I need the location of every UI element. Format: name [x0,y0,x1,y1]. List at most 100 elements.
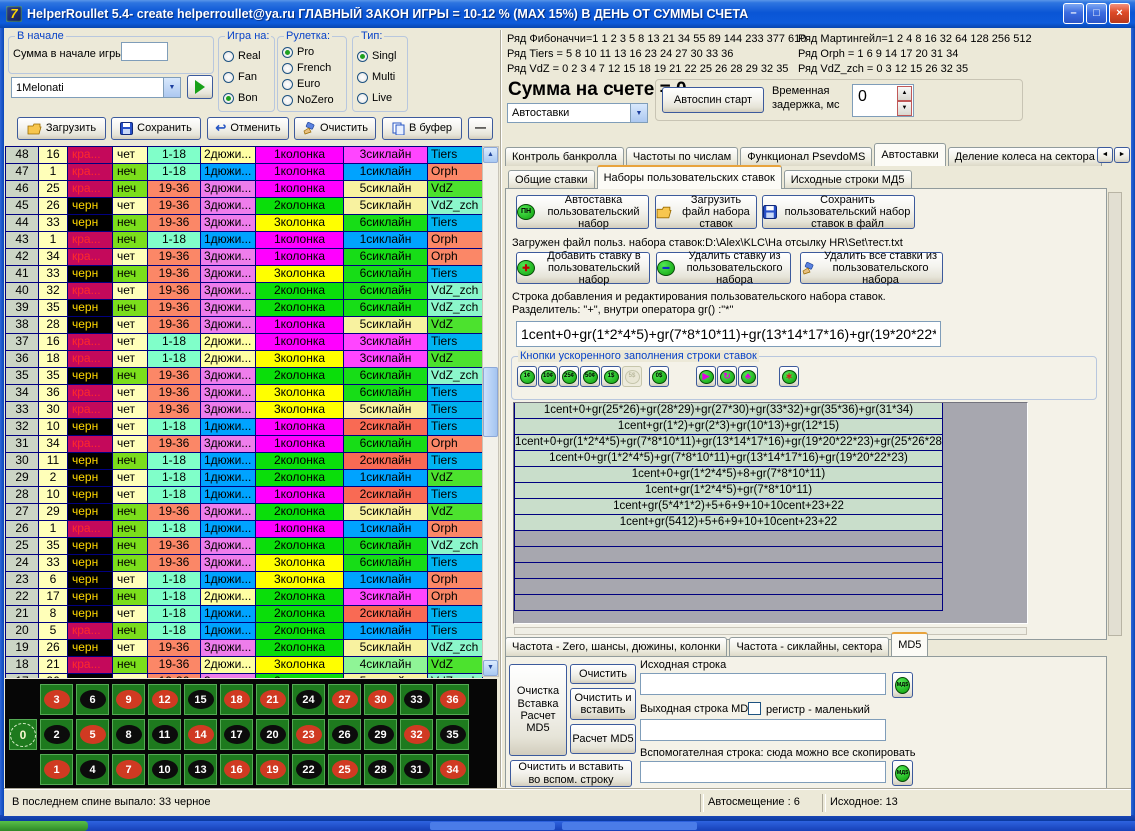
tab-custom-bet-sets[interactable]: Наборы пользовательских ставок [597,165,782,189]
md5-clear-and-paste-button[interactable]: Очистить и вставить [570,688,636,720]
md5-aux-input[interactable] [640,761,886,783]
tab-bankroll-control[interactable]: Контроль банкролла [505,147,624,166]
mode-combobox[interactable]: Автоставки ▼ [507,103,648,123]
roulette-number-cell[interactable]: 4 [76,754,109,785]
roulette-number-cell[interactable]: 28 [364,754,397,785]
delay-spinner[interactable]: 0 ▲ ▼ [852,84,914,117]
roulette-number-cell[interactable]: 20 [256,719,289,750]
roulette-number-cell[interactable]: 10 [148,754,181,785]
save-set-file-button[interactable]: Сохранить пользовательский набор ставок … [762,195,915,229]
bet-list-item[interactable]: 1cent+0+gr(1*2*4*5)+gr(7*8*10*11)+gr(13*… [514,450,943,467]
table-row[interactable]: 2433черннеч19-363дюжи...3колонка6сиклайн… [6,555,483,572]
chevron-down-icon[interactable]: ▼ [630,104,647,122]
roulette-number-cell[interactable]: 17 [220,719,253,750]
md5-out-input[interactable] [640,719,886,741]
load-button[interactable]: Загрузить [17,117,106,140]
roulette-number-cell[interactable]: 11 [148,719,181,750]
table-row[interactable]: 4433черннеч19-363дюжи...3колонка6сиклайн… [6,215,483,232]
roulette-number-cell[interactable]: 3 [40,684,73,715]
table-row[interactable]: 4234кра...чет19-363дюжи...1колонка6сикла… [6,249,483,266]
bet-list-item[interactable]: 1cent+0+gr(1*2*4*5)+8+gr(7*8*10*11) [514,466,943,483]
table-row[interactable]: 471кра...неч1-181дюжи...1колонка1сиклайн… [6,164,483,181]
table-row[interactable]: 292чернчет1-181дюжи...2колонка1сиклайнVd… [6,470,483,487]
scroll-down-icon[interactable]: ▼ [483,660,498,676]
table-row[interactable]: 1726чернчет19-363дюжи...2колонка5сиклайн… [6,674,483,678]
md5-aux-icon-button[interactable]: МД5 [892,760,913,786]
roulette-number-cell[interactable]: 1 [40,754,73,785]
radio-singl[interactable]: Singl [357,50,396,62]
bet-list-item[interactable]: 1cent+0+gr(1*2*4*5)+gr(7*8*10*11)+gr(13*… [514,434,943,451]
table-row[interactable]: 1926чернчет19-363дюжи...2колонка5сиклайн… [6,640,483,657]
run-preset-button[interactable] [187,75,213,99]
copy-to-buffer-button[interactable]: В буфер [382,117,462,140]
table-row[interactable]: 3134кра...чет19-363дюжи...1колонка6сикла… [6,436,483,453]
tab-md5-source-strings[interactable]: Исходные строки МД5 [784,170,912,189]
start-button[interactable] [0,821,88,831]
roulette-number-cell[interactable]: 6 [76,684,109,715]
remove-all-bets-button[interactable]: Удалить все ставки из пользовательского … [800,252,943,284]
roulette-number-cell[interactable]: 15 [184,684,217,715]
table-row[interactable]: 3935черннеч19-363дюжи...2колонка6сиклайн… [6,300,483,317]
roulette-number-cell[interactable]: 13 [184,754,217,785]
roulette-number-cell[interactable]: 24 [292,684,325,715]
close-button[interactable]: × [1109,3,1130,24]
table-row[interactable]: 2729черннеч19-363дюжи...2колонка5сиклайн… [6,504,483,521]
quick-bet-button-x[interactable]: ▶ [696,366,716,387]
table-row[interactable]: 3330кра...чет19-363дюжи...3колонка5сикла… [6,402,483,419]
md5-source-input[interactable] [640,673,886,695]
table-row[interactable]: 4133черннеч19-363дюжи...3колонка6сиклайн… [6,266,483,283]
roulette-number-cell[interactable]: 33 [400,684,433,715]
roulette-number-cell[interactable]: 21 [256,684,289,715]
start-sum-input[interactable] [121,42,168,61]
table-row[interactable]: 3535черннеч19-363дюжи...2колонка6сиклайн… [6,368,483,385]
numbers-table[interactable]: 4816кра...чет1-182дюжи...1колонка3сиклай… [5,146,483,678]
radio-french[interactable]: French [282,62,331,74]
quick-bet-button-25x[interactable]: 25¢ [559,366,579,387]
table-row[interactable]: 2535черннеч19-363дюжи...2колонка6сиклайн… [6,538,483,555]
remove-bet-button[interactable]: ▬ Удалить ставку из пользовательского на… [656,252,791,284]
bet-list-item[interactable]: 1cent+gr(1*2*4*5)+gr(7*8*10*11) [514,482,943,499]
right-scroll-track[interactable] [1108,192,1122,636]
roulette-number-cell[interactable]: 8 [112,719,145,750]
md5-clear-paste-aux-button[interactable]: Очистить и вставить во вспом. строку [510,760,632,787]
table-row[interactable]: 4625кра...неч19-363дюжи...1колонка5сикла… [6,181,483,198]
preset-combobox[interactable]: 1Melonati ▼ [11,77,181,98]
autospin-button[interactable]: Автоспин старт [662,87,764,113]
md5-clear-paste-calc-button[interactable]: Очистка Вставка Расчет MD5 [509,664,567,756]
minimize-button[interactable]: – [1063,3,1084,24]
tab-md5[interactable]: MD5 [891,632,928,656]
roulette-number-cell[interactable]: 7 [112,754,145,785]
bet-list-item[interactable]: 1cent+gr(1*2)+gr(2*3)+gr(10*13)+gr(12*15… [514,418,943,435]
add-bet-button[interactable]: ✚ Добавить ставку в пользовательский наб… [516,252,650,284]
roulette-number-cell[interactable]: 9 [112,684,145,715]
table-row[interactable]: 3011черннеч1-181дюжи...2колонка2сиклайнT… [6,453,483,470]
quick-bet-button-1x[interactable]: 1$ [601,366,621,387]
titlebar[interactable]: 7 HelperRoullet 5.4- create helperroulle… [0,0,1135,28]
maximize-button[interactable]: □ [1086,3,1107,24]
bet-list-item[interactable]: 1cent+gr(5*4*1*2)+5+6+9+10+10cent+23+22 [514,498,943,515]
taskbar-window-button[interactable] [430,822,555,830]
roulette-number-cell[interactable]: 16 [220,754,253,785]
quick-bet-button-1x[interactable]: 1¢ [517,366,537,387]
table-row[interactable]: 4816кра...чет1-182дюжи...1колонка3сиклай… [6,147,483,164]
chevron-down-icon[interactable]: ▼ [163,78,180,97]
table-row[interactable]: 431кра...неч1-181дюжи...1колонка1сиклайн… [6,232,483,249]
radio-live[interactable]: Live [357,92,392,104]
radio-real[interactable]: Real [223,50,261,62]
quick-bet-button-0x[interactable]: 0$ [649,366,669,387]
table-row[interactable]: 261кра...неч1-181дюжи...1колонка1сиклайн… [6,521,483,538]
collapse-button[interactable]: — [468,117,493,140]
table-row[interactable]: 3436кра...чет19-363дюжи...3колонка6сикла… [6,385,483,402]
bet-string-input[interactable] [516,321,941,347]
roulette-number-cell[interactable]: 36 [436,684,469,715]
roulette-number-cell[interactable]: 25 [328,754,361,785]
tab-scroll-left-icon[interactable]: ◄ [1097,147,1113,163]
roulette-number-cell[interactable]: 14 [184,719,217,750]
radio-bon[interactable]: Bon [223,92,258,104]
radio-fan[interactable]: Fan [223,71,257,83]
table-row[interactable]: 2217черннеч1-182дюжи...2колонка3сиклайнO… [6,589,483,606]
tab-freq-zero-chances[interactable]: Частота - Zero, шансы, дюжины, колонки [505,637,727,656]
roulette-number-cell[interactable]: 29 [364,719,397,750]
lowercase-checkbox[interactable] [748,702,761,715]
md5-calc-button[interactable]: Расчет MD5 [570,724,636,754]
